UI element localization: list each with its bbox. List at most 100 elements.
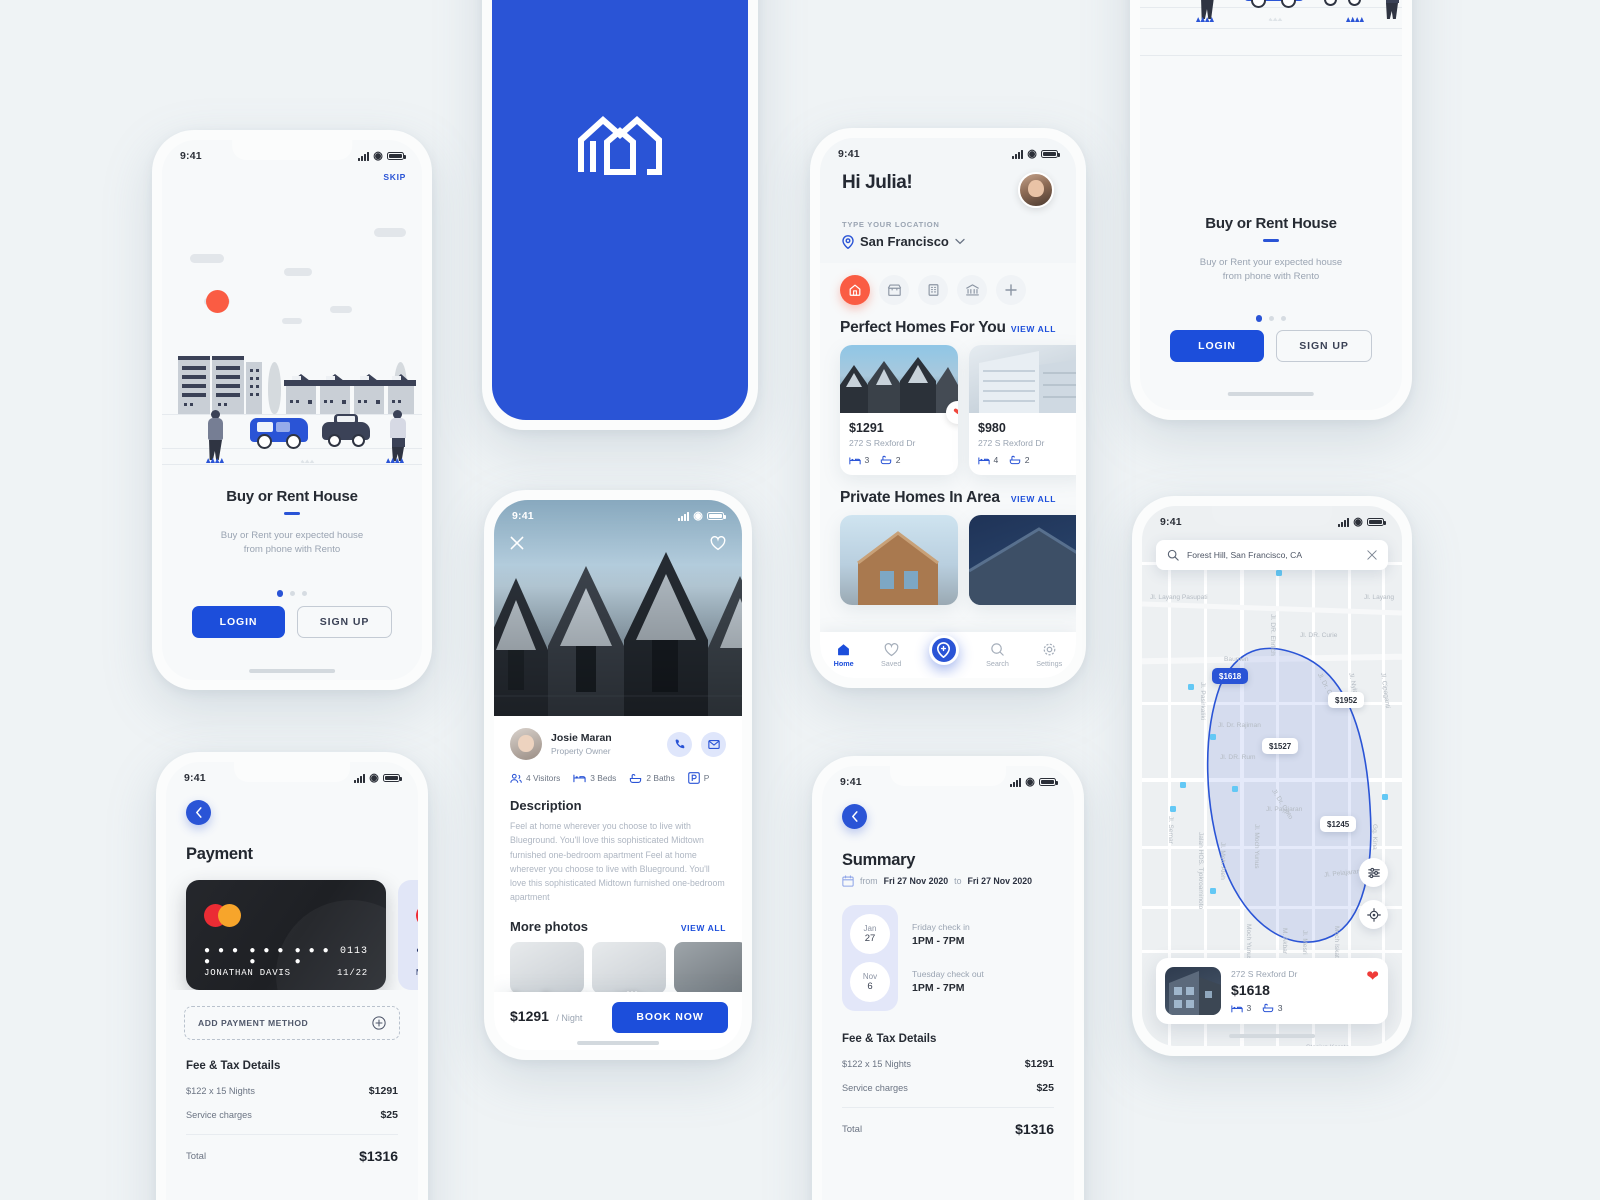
property-image xyxy=(840,515,958,605)
card-number: ● ● ● ● ● ● ● ● ● ● ● ● 0113 xyxy=(204,946,368,968)
tab-home[interactable]: Home xyxy=(834,642,854,668)
status-bar: 9:41 ◉ xyxy=(166,762,418,788)
screenshot-canvas: 9:41 ◉ SKIP Buy or Rent House Buy or Ren… xyxy=(0,0,1600,1200)
photo-thumb[interactable] xyxy=(510,941,584,994)
signup-button[interactable]: SIGN UP xyxy=(1276,330,1372,362)
avatar xyxy=(510,728,542,760)
price-marker-selected[interactable]: $1618 xyxy=(1212,668,1249,684)
category-filters[interactable] xyxy=(820,263,1076,309)
fee-details-section: Fee & Tax Details $122 x 15 Nights $1291 … xyxy=(822,1011,1074,1137)
status-time: 9:41 xyxy=(1160,516,1182,528)
onboarding-title: Buy or Rent House xyxy=(1205,215,1337,232)
login-button[interactable]: LOGIN xyxy=(1170,330,1264,362)
phone-home: 9:41 ◉ Hi Julia! TYPE YOUR LOCATION San … xyxy=(810,128,1086,688)
section-title: Private Homes In Area xyxy=(840,489,1000,506)
category-apartment[interactable] xyxy=(918,275,948,305)
dot-3[interactable] xyxy=(302,590,308,596)
dot-2[interactable] xyxy=(290,590,296,596)
view-all-link[interactable]: VIEW ALL xyxy=(681,923,726,933)
status-time: 9:41 xyxy=(512,510,534,522)
card-carousel[interactable]: ● ● ● ● ● ● ● ● ● ● ● ● 0113 JONATHAN DA… xyxy=(166,864,418,990)
bottom-tab-bar[interactable]: Home Saved Search Settings xyxy=(820,632,1076,678)
email-button[interactable] xyxy=(701,731,726,757)
battery-icon xyxy=(383,773,402,783)
photo-thumbnails[interactable] xyxy=(494,938,742,994)
add-payment-method-button[interactable]: ADD PAYMENT METHOD xyxy=(184,1006,400,1040)
map-marker-square xyxy=(1180,782,1186,788)
locate-button[interactable] xyxy=(1359,900,1388,929)
card-holder: MI xyxy=(416,968,418,978)
category-house[interactable] xyxy=(840,275,870,305)
fee-title: Fee & Tax Details xyxy=(186,1060,281,1072)
back-button[interactable] xyxy=(186,800,211,825)
bath-icon xyxy=(630,773,642,783)
page-title: Summary xyxy=(842,851,916,869)
property-card[interactable] xyxy=(840,515,958,605)
tab-settings[interactable]: Settings xyxy=(1036,642,1062,668)
dot-2[interactable] xyxy=(1269,315,1275,321)
gear-icon xyxy=(1043,643,1056,656)
close-button[interactable] xyxy=(510,536,524,550)
filter-button[interactable] xyxy=(1359,858,1388,887)
price-marker[interactable]: $1952 xyxy=(1328,692,1365,708)
tab-saved[interactable]: Saved xyxy=(881,642,902,668)
tab-label: Saved xyxy=(881,658,902,668)
credit-card-secondary[interactable]: ● ● MI xyxy=(398,880,418,990)
photo-thumb[interactable] xyxy=(674,941,742,994)
heart-icon xyxy=(710,536,726,551)
checkout-info: Tuesday check out 1PM - 7PM xyxy=(912,969,984,994)
price-marker[interactable]: $1527 xyxy=(1262,738,1299,754)
dot-3[interactable] xyxy=(1281,315,1287,321)
category-add[interactable] xyxy=(996,275,1026,305)
battery-icon xyxy=(1039,777,1058,787)
section-private-homes-header: Private Homes In Area VIEW ALL xyxy=(820,475,1076,515)
property-image: ❤ xyxy=(840,345,958,424)
map-search-bar[interactable]: Forest Hill, San Francisco, CA xyxy=(1156,540,1388,570)
tab-search[interactable]: Search xyxy=(986,642,1009,668)
pagination-dots[interactable] xyxy=(162,590,422,597)
location-selector[interactable]: San Francisco xyxy=(842,234,1054,249)
tab-add-location[interactable] xyxy=(928,635,959,665)
app-logo xyxy=(577,114,663,176)
view-all-link[interactable]: VIEW ALL xyxy=(1011,324,1056,334)
location-pin-icon[interactable] xyxy=(928,635,959,665)
pagination-dots[interactable] xyxy=(1140,315,1402,322)
book-now-button[interactable]: BOOK NOW xyxy=(612,1001,728,1033)
price-marker[interactable]: $1245 xyxy=(1320,816,1357,832)
property-card[interactable] xyxy=(969,515,1076,605)
onboarding-subtitle-line2: from phone with Rento xyxy=(243,544,341,556)
category-bank[interactable] xyxy=(957,275,987,305)
dot-1[interactable] xyxy=(1255,315,1263,322)
credit-card[interactable]: ● ● ● ● ● ● ● ● ● ● ● ● 0113 JONATHAN DA… xyxy=(186,880,386,990)
dot-1[interactable] xyxy=(276,590,284,597)
amenity-parking: P xyxy=(687,772,709,784)
property-card[interactable]: ❤ $1291 272 S Rexford Dr 3 2 xyxy=(840,345,958,475)
favorite-icon[interactable]: ❤ xyxy=(1366,967,1379,985)
phone-property-detail: 9:41 ◉ San Francisco Villa 272 S Rexford… xyxy=(484,490,752,1060)
login-button[interactable]: LOGIN xyxy=(192,606,285,638)
map-property-card[interactable]: 272 S Rexford Dr $1618 3 3 ❤ xyxy=(1156,958,1388,1024)
date-circles: Jan 27 Nov 6 xyxy=(842,905,898,1011)
street-label: Jl. Pajajaran xyxy=(1266,806,1303,813)
phone-icon xyxy=(675,739,684,749)
property-hero-image xyxy=(494,500,742,716)
price-unit: / Night xyxy=(556,1013,583,1023)
phone-summary: 9:41 ◉ Summary from Fri 27 Nov 2020 to F… xyxy=(812,756,1084,1200)
favorite-button[interactable] xyxy=(710,536,726,551)
back-button[interactable] xyxy=(842,804,867,829)
view-all-link[interactable]: VIEW ALL xyxy=(1011,494,1056,504)
property-card[interactable]: $980 272 S Rexford Dr 4 2 xyxy=(969,345,1076,475)
avatar[interactable] xyxy=(1018,172,1054,208)
signup-button[interactable]: SIGN UP xyxy=(297,606,392,638)
call-button[interactable] xyxy=(667,731,692,757)
skip-button[interactable]: SKIP xyxy=(383,172,406,182)
bank-icon xyxy=(965,284,979,296)
street-label: Jl. Pasirkaliki xyxy=(1199,682,1206,721)
photo-thumb[interactable] xyxy=(592,941,666,994)
status-bar: 9:41 ◉ xyxy=(820,138,1076,164)
street-label: Jl. Moh. Aleh xyxy=(1219,842,1226,880)
category-store[interactable] xyxy=(879,275,909,305)
signal-icon xyxy=(1011,149,1024,159)
card-price: $1618 xyxy=(1231,982,1270,998)
owner-name: Josie Maran xyxy=(551,732,612,745)
